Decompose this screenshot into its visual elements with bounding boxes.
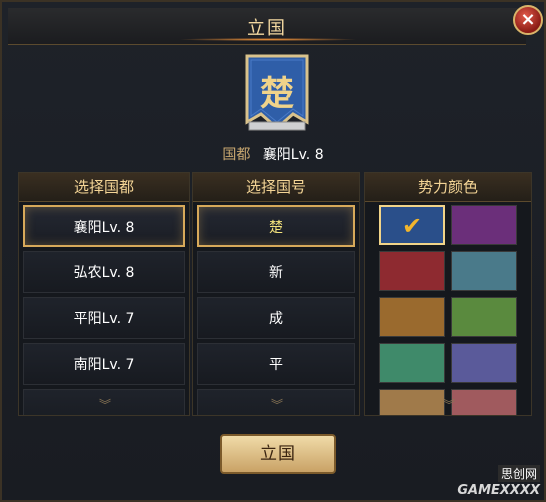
color-panel: 势力颜色 ✔ ︾ [364, 172, 532, 416]
color-swatch[interactable]: ✔ [379, 205, 445, 245]
capital-item-label: 襄阳Lv. 8 [73, 220, 135, 236]
color-swatch[interactable] [451, 297, 517, 337]
capital-list-panel: 选择国都 襄阳Lv. 8 弘农Lv. 8 平阳Lv. 7 南阳Lv. 7 ︾ [18, 172, 190, 416]
checkmark-icon: ✔ [401, 212, 423, 240]
watermark-text: GAMEXXXX [457, 483, 540, 498]
nation-banner: 楚 [241, 52, 313, 136]
capital-item-label: 平阳Lv. 7 [73, 311, 135, 327]
close-button[interactable]: × [513, 5, 543, 35]
nation-name-label: 新 [269, 265, 283, 281]
title-bar: 立国 [8, 8, 526, 45]
color-swatch[interactable] [379, 297, 445, 337]
name-list-header: 选择国号 [193, 173, 359, 202]
capital-item[interactable]: 襄阳Lv. 8 [23, 205, 185, 247]
watermark-logo: 思创网 [497, 465, 540, 482]
color-swatch[interactable] [451, 343, 517, 383]
capital-item-label: 南阳Lv. 7 [73, 357, 135, 373]
scroll-down-icon[interactable]: ︾ [19, 396, 189, 413]
scroll-down-icon[interactable]: ︾ [193, 396, 359, 413]
nation-name-item[interactable]: 平 [197, 343, 355, 385]
capital-item[interactable]: 平阳Lv. 7 [23, 297, 185, 339]
name-list-panel: 选择国号 楚 新 成 平 ︾ [192, 172, 360, 416]
capital-item[interactable]: 弘农Lv. 8 [23, 251, 185, 293]
color-panel-header: 势力颜色 [365, 173, 531, 202]
capital-item-label: 弘农Lv. 8 [73, 265, 135, 281]
scroll-down-icon[interactable]: ︾ [365, 396, 531, 413]
color-swatch[interactable] [379, 251, 445, 291]
dialog-title: 立国 [247, 18, 287, 39]
capital-item[interactable]: 南阳Lv. 7 [23, 343, 185, 385]
capital-list-header: 选择国都 [19, 173, 189, 202]
nation-name-item[interactable]: 新 [197, 251, 355, 293]
nation-name-label: 平 [269, 357, 283, 373]
found-nation-button[interactable]: 立国 [220, 434, 336, 474]
capital-label: 国都 [222, 147, 251, 163]
nation-name-item[interactable]: 楚 [197, 205, 355, 247]
color-swatch[interactable] [379, 343, 445, 383]
found-nation-dialog: 立国 × 楚 国都 襄阳Lv. 8 选择国都 襄阳Lv. 8 弘农Lv. 8 平… [0, 0, 546, 502]
capital-value: 襄阳Lv. 8 [262, 147, 324, 163]
color-swatch[interactable] [451, 251, 517, 291]
current-capital: 国都 襄阳Lv. 8 [2, 144, 544, 164]
nation-name-label: 成 [269, 311, 283, 327]
nation-name-label: 楚 [269, 220, 283, 236]
nation-name-item[interactable]: 成 [197, 297, 355, 339]
title-glow [178, 38, 358, 41]
color-swatch[interactable] [451, 205, 517, 245]
banner-character: 楚 [260, 74, 294, 114]
